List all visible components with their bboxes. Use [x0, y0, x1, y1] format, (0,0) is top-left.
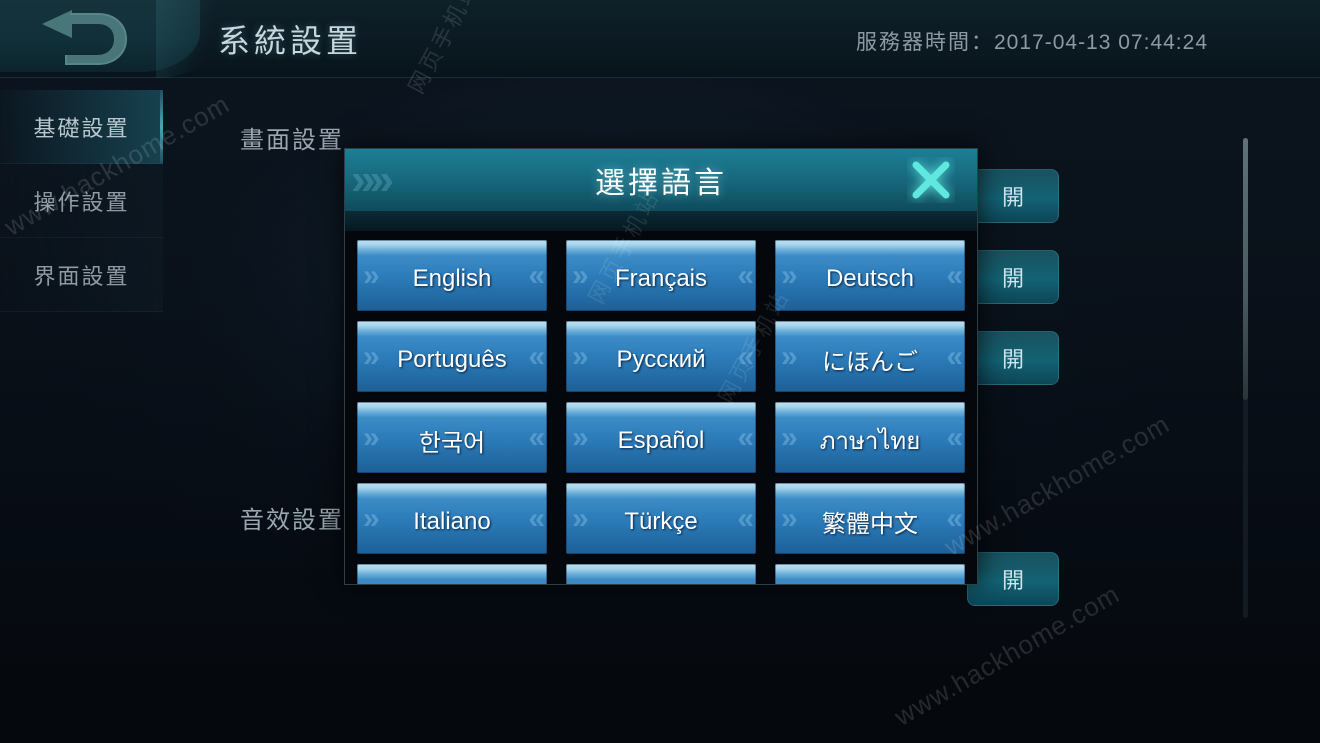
- game-settings-screen: 系統設置 服務器時間：2017-04-13 07:44:24 基礎設置 操作設置…: [0, 0, 1320, 743]
- server-time-label: 服務器時間：: [856, 31, 994, 54]
- language-button-english[interactable]: » « English: [357, 240, 547, 311]
- toggle-button-3[interactable]: 開: [967, 331, 1059, 385]
- language-button-label: ภาษาไทย: [819, 428, 921, 455]
- language-button-russian[interactable]: » « Русский: [566, 321, 756, 392]
- language-button-spanish[interactable]: » « Español: [566, 402, 756, 473]
- language-button-label: Español: [617, 426, 705, 454]
- section-label-screen: 畫面設置: [240, 127, 344, 154]
- dialog-title: 選擇語言: [595, 167, 727, 200]
- sidebar-item-label: 基礎設置: [33, 115, 130, 141]
- language-button-label: English: [412, 264, 492, 292]
- language-button-portuguese[interactable]: » « Português: [357, 321, 547, 392]
- language-button-label: [566, 564, 756, 584]
- language-button-italian[interactable]: » « Italiano: [357, 483, 547, 554]
- language-button-label: Русский: [616, 345, 706, 373]
- language-button-label: Português: [397, 345, 507, 373]
- language-button-german[interactable]: » « Deutsch: [775, 240, 965, 311]
- language-button-traditional-chinese[interactable]: » « 繁體中文: [775, 483, 965, 554]
- back-arrow-icon[interactable]: [36, 8, 128, 66]
- toggle-button-4[interactable]: 開: [967, 552, 1059, 606]
- language-grid: » « English » « Français » « Deutsch » «…: [345, 231, 977, 584]
- language-button-row5-3[interactable]: » «: [775, 564, 965, 584]
- language-button-label: Polski: [357, 564, 547, 584]
- toggle-label: 開: [1001, 347, 1024, 372]
- sidebar: 基礎設置 操作設置 界面設置: [0, 90, 163, 312]
- language-button-label: Italiano: [413, 507, 491, 535]
- sidebar-item-interface[interactable]: 界面設置: [0, 238, 163, 312]
- toggle-button-1[interactable]: 開: [967, 169, 1059, 223]
- language-button-label: Français: [614, 264, 708, 292]
- sidebar-item-label: 操作設置: [33, 189, 130, 215]
- sidebar-item-controls[interactable]: 操作設置: [0, 164, 163, 238]
- bottom-bar: 預下載更新 » 更新設置 « 語言設置 » 繁體中文 « » 退出登錄 «: [0, 633, 1320, 743]
- language-button-row5-2[interactable]: » «: [566, 564, 756, 584]
- language-button-japanese[interactable]: » « にほんご: [775, 321, 965, 392]
- language-button-label: 한국어: [418, 430, 486, 457]
- toggle-label: 開: [1001, 266, 1024, 291]
- language-button-polish[interactable]: » « Polski: [357, 564, 547, 584]
- language-button-korean[interactable]: » « 한국어: [357, 402, 547, 473]
- language-button-thai[interactable]: » « ภาษาไทย: [775, 402, 965, 473]
- page-title: 系統設置: [218, 23, 363, 59]
- dialog-header: »» 選擇語言: [345, 149, 977, 211]
- section-label-sound: 音效設置: [240, 507, 344, 534]
- language-button-label: 繁體中文: [822, 511, 918, 538]
- app-header: 系統設置 服務器時間：2017-04-13 07:44:24: [0, 0, 1320, 78]
- settings-scrollbar-thumb[interactable]: [1243, 138, 1248, 400]
- toggle-label: 開: [1001, 185, 1024, 210]
- language-row: » « English » « Français » « Deutsch: [357, 240, 965, 311]
- dialog-subbar: [345, 211, 977, 231]
- server-time-value: 2017-04-13 07:44:24: [994, 31, 1208, 54]
- sidebar-item-basic[interactable]: 基礎設置: [0, 90, 163, 164]
- language-row-clipped: » « Polski » « » «: [357, 564, 965, 584]
- toggle-label: 開: [1001, 568, 1024, 593]
- toggle-button-2[interactable]: 開: [967, 250, 1059, 304]
- header-back-tab[interactable]: [0, 0, 226, 78]
- close-icon[interactable]: [907, 157, 955, 203]
- language-button-label: Deutsch: [825, 264, 915, 292]
- language-button-turkish[interactable]: » « Türkçe: [566, 483, 756, 554]
- language-row: » « 한국어 » « Español » « ภาษาไทย: [357, 402, 965, 473]
- language-selection-dialog: »» 選擇語言 » « English » « Français » « Deu…: [344, 148, 978, 585]
- language-row: » « Português » « Русский » « にほんご: [357, 321, 965, 392]
- language-row: » « Italiano » « Türkçe » « 繁體中文: [357, 483, 965, 554]
- language-button-label: にほんご: [822, 349, 918, 376]
- language-button-label: Türkçe: [624, 507, 698, 535]
- settings-scrollbar-track[interactable]: [1243, 138, 1248, 618]
- language-button-label: [775, 564, 965, 584]
- sidebar-item-label: 界面設置: [33, 263, 130, 289]
- server-time: 服務器時間：2017-04-13 07:44:24: [856, 26, 1208, 56]
- language-button-french[interactable]: » « Français: [566, 240, 756, 311]
